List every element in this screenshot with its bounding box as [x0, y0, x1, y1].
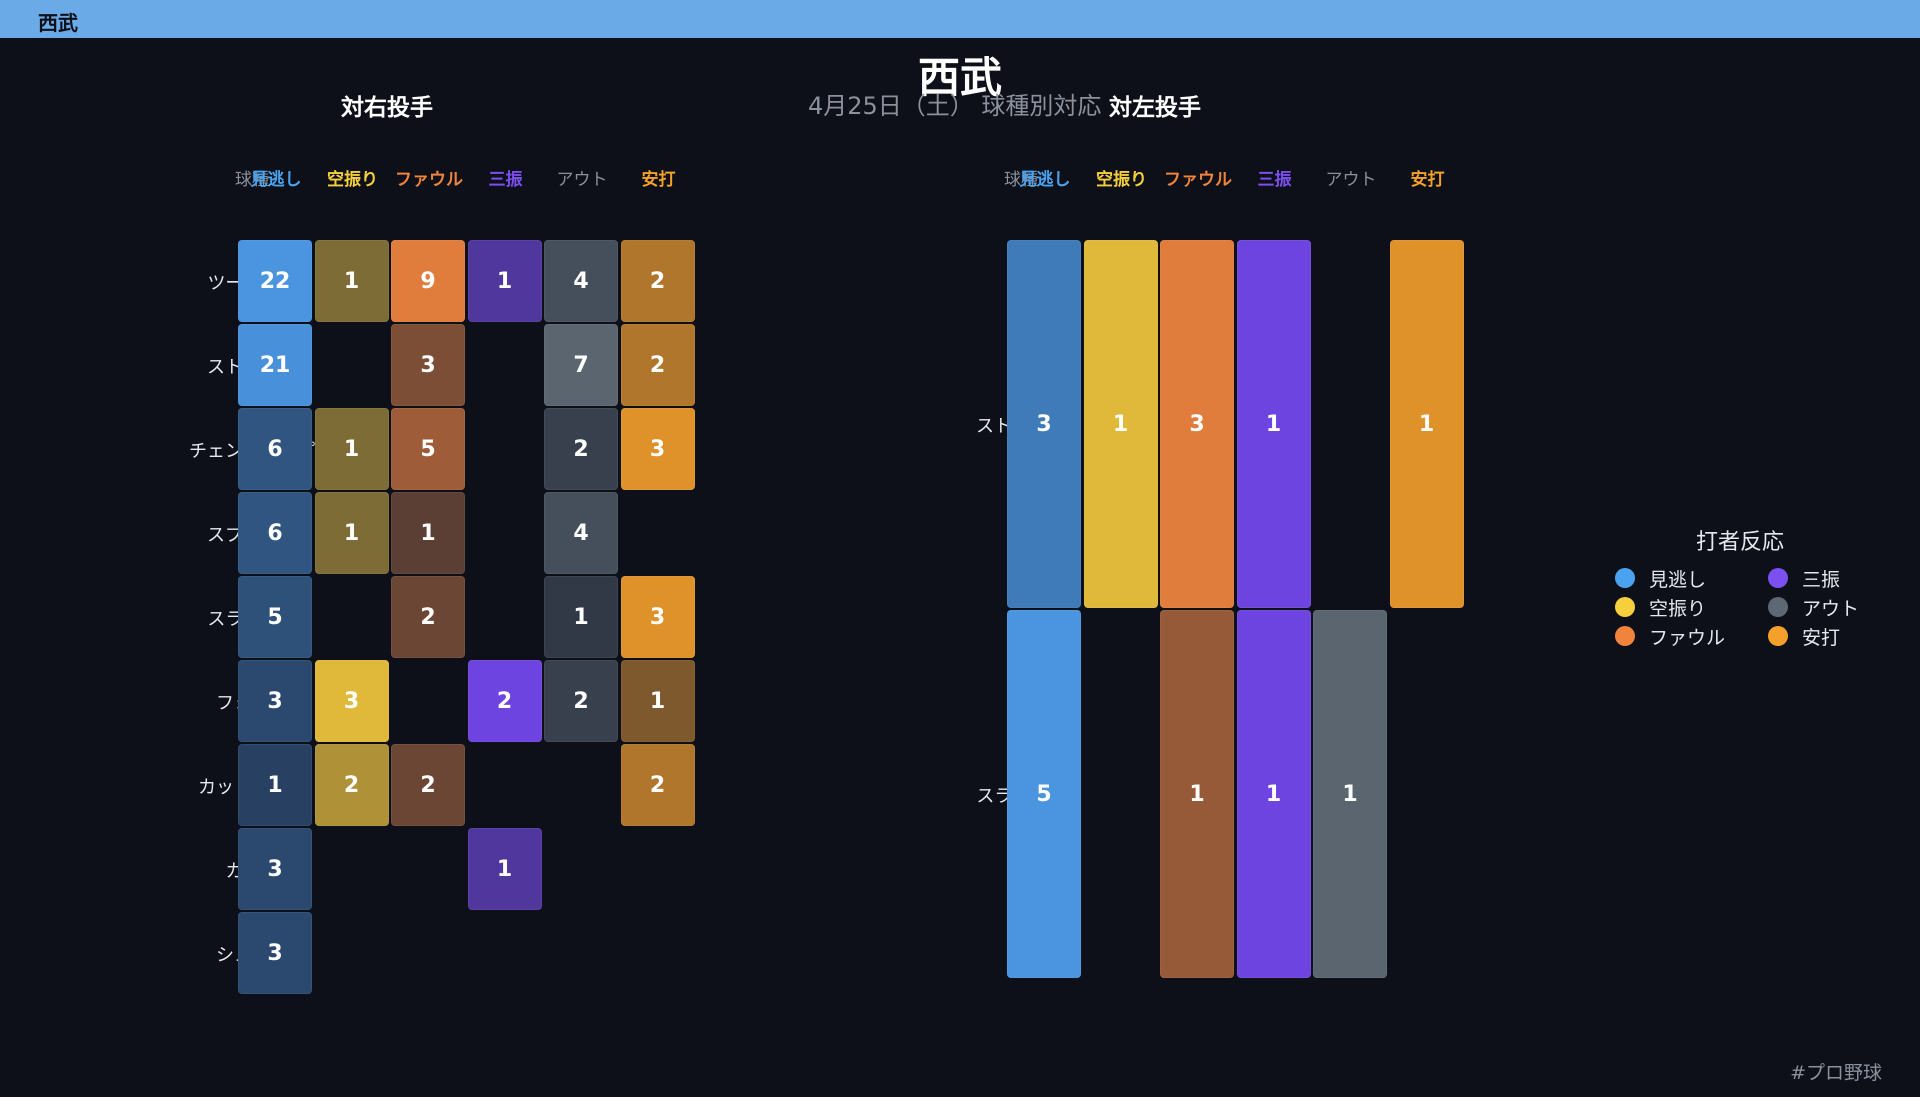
heatmap-cell: 1: [391, 492, 465, 574]
heatmap-cell: 1: [314, 240, 389, 322]
heatmap-cell: 3: [620, 408, 695, 490]
heatmap-cell: 1: [1236, 240, 1311, 608]
legend-dot-icon: [1615, 626, 1635, 646]
heatmap-cell: 21: [238, 324, 312, 406]
heatmap-cell: 1: [238, 744, 312, 826]
heatmap-cell: 2: [620, 744, 695, 826]
column-header: ファウル: [395, 170, 463, 190]
heatmap-cell: 3: [391, 324, 465, 406]
panel-title: 対右投手: [341, 95, 433, 121]
heatmap-cell: 3: [1007, 240, 1081, 608]
footer-hashtag: #プロ野球: [1790, 1062, 1882, 1084]
heatmap-cell: 22: [238, 240, 312, 322]
column-header: アウト: [1325, 170, 1377, 190]
heatmap-cell: 5: [1007, 610, 1081, 978]
heatmap-cell: 1: [620, 660, 695, 742]
heatmap-cell: 1: [1160, 610, 1234, 978]
tab-label: 西武: [38, 11, 78, 35]
column-header: 空振り: [327, 170, 378, 190]
heatmap-cell: 2: [544, 660, 618, 742]
heatmap-cell: 3: [314, 660, 389, 742]
heatmap-cell: 3: [1160, 240, 1234, 608]
column-header: 安打: [641, 170, 676, 190]
heatmap-cell: 2: [620, 240, 695, 322]
heatmap-cell: 1: [467, 828, 542, 910]
heatmap-cell: 4: [544, 240, 618, 322]
heatmap-cell: 6: [238, 408, 312, 490]
column-header: 見逃し: [1019, 170, 1071, 190]
legend-dot-icon: [1615, 568, 1635, 588]
legend-label: アウト: [1802, 597, 1860, 620]
column-header: 三振: [1257, 170, 1292, 190]
heatmap-cell: 2: [467, 660, 542, 742]
legend-label: 安打: [1802, 626, 1841, 649]
heatmap-cell: 3: [620, 576, 695, 658]
heatmap-cell: 9: [391, 240, 465, 322]
heatmap-cell: 3: [238, 912, 312, 994]
legend-item: ファウル: [1615, 622, 1725, 650]
heatmap-cell: 6: [238, 492, 312, 574]
heatmap-cell: 1: [1236, 610, 1311, 978]
panel-title: 対左投手: [1109, 95, 1201, 121]
heatmap-cell: 3: [238, 660, 312, 742]
heatmap-cell: 5: [238, 576, 312, 658]
legend-label: 見逃し: [1649, 568, 1707, 591]
legend-dot-icon: [1615, 597, 1635, 617]
heatmap-cell: 2: [544, 408, 618, 490]
column-header: 三振: [488, 170, 523, 190]
column-header: 安打: [1410, 170, 1445, 190]
column-header: アウト: [556, 170, 608, 190]
heatmap-cell: 1: [314, 408, 389, 490]
heatmap-cell: 1: [1313, 610, 1387, 978]
legend-item: 三振: [1768, 564, 1840, 592]
column-header: 空振り: [1096, 170, 1147, 190]
title-bar: 西武: [0, 0, 1920, 38]
legend-item: アウト: [1768, 593, 1859, 621]
legend-item: 安打: [1768, 622, 1840, 650]
heatmap-cell: 4: [544, 492, 618, 574]
legend-item: 見逃し: [1615, 564, 1706, 592]
heatmap-cell: 2: [314, 744, 389, 826]
legend-label: 空振り: [1649, 597, 1707, 620]
heatmap-cell: 2: [620, 324, 695, 406]
heatmap-cell: 1: [1083, 240, 1158, 608]
heatmap-cell: 2: [391, 576, 465, 658]
legend-item: 空振り: [1615, 593, 1706, 621]
legend-dot-icon: [1768, 568, 1788, 588]
heatmap-cell: 5: [391, 408, 465, 490]
heatmap-cell: 1: [467, 240, 542, 322]
legend-label: 三振: [1802, 568, 1841, 591]
legend-title: 打者反応: [1695, 530, 1784, 555]
column-header: 見逃し: [250, 170, 302, 190]
legend-dot-icon: [1768, 626, 1788, 646]
legend-label: ファウル: [1649, 626, 1726, 649]
heatmap-cell: 1: [314, 492, 389, 574]
column-header: ファウル: [1164, 170, 1232, 190]
heatmap-cell: 1: [1389, 240, 1464, 608]
legend-dot-icon: [1768, 597, 1788, 617]
heatmap-cell: 7: [544, 324, 618, 406]
heatmap-cell: 2: [391, 744, 465, 826]
heatmap-cell: 3: [238, 828, 312, 910]
heatmap-cell: 1: [544, 576, 618, 658]
